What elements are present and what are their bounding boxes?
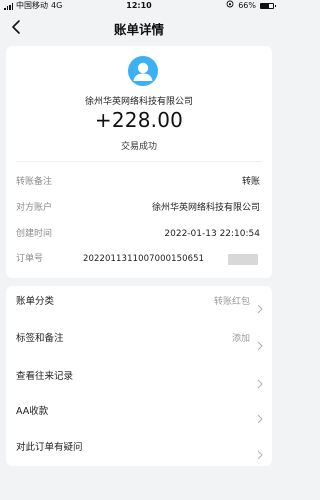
bill-actions-card: 账单分类 转账红包 标签和备注 添加 查看往来记录 AA收款 对此订单有疑问 <box>6 286 272 466</box>
battery-icon <box>260 3 276 9</box>
chevron-right-icon <box>257 297 263 314</box>
merchant-avatar <box>128 56 158 86</box>
page-title: 账单详情 <box>113 22 164 37</box>
menu-item-value: 添加 <box>231 334 250 344</box>
menu-item-label: 对此订单有疑问 <box>16 442 83 453</box>
redaction-mask <box>228 254 258 265</box>
battery-level <box>261 4 269 8</box>
detail-value: 转账 <box>241 177 260 187</box>
chevron-right-icon <box>257 334 263 351</box>
detail-row-created-time: 创建时间 2022-01-13 22:10:54 <box>6 225 272 243</box>
menu-item-value: 转账红包 <box>213 297 250 307</box>
detail-label: 对方账户 <box>16 203 53 213</box>
menu-item-view-history[interactable]: 查看往来记录 <box>6 362 272 392</box>
user-icon <box>133 62 153 81</box>
battery-percent: 66% <box>238 1 256 10</box>
detail-row-counterparty: 对方账户 徐州华英网络科技有限公司 <box>6 199 272 217</box>
transaction-status: 交易成功 <box>120 142 157 152</box>
detail-label: 转账备注 <box>16 177 53 187</box>
detail-row-order-number: 订单号 2022011311007000150651 <box>6 250 272 268</box>
menu-item-label: 查看往来记录 <box>16 371 74 382</box>
detail-label: 订单号 <box>16 254 44 264</box>
menu-item-order-question[interactable]: 对此订单有疑问 <box>6 433 272 463</box>
menu-item-label: 账单分类 <box>16 296 55 307</box>
menu-item-label: AA收款 <box>16 406 49 417</box>
bill-summary-card: 徐州华英网络科技有限公司 +228.00 交易成功 转账备注 转账 对方账户 徐… <box>6 46 272 278</box>
chevron-right-icon <box>257 443 263 460</box>
menu-item-bill-category[interactable]: 账单分类 转账红包 <box>6 287 272 317</box>
divider <box>16 161 262 162</box>
rotation-lock-icon <box>226 0 234 12</box>
detail-value: 2022-01-13 22:10:54 <box>164 229 260 239</box>
menu-item-tags-notes[interactable]: 标签和备注 添加 <box>6 324 272 354</box>
status-right: 66% <box>226 0 276 12</box>
order-number-value[interactable]: 2022011311007000150651 <box>83 250 204 268</box>
merchant-name: 徐州华英网络科技有限公司 <box>84 97 193 107</box>
detail-value: 徐州华英网络科技有限公司 <box>151 203 260 213</box>
detail-row-remark: 转账备注 转账 <box>6 173 272 191</box>
nav-bar: 账单详情 <box>0 12 278 42</box>
status-bar: 中国移动 4G 12:10 66% <box>0 0 278 12</box>
menu-item-aa-collect[interactable]: AA收款 <box>6 397 272 427</box>
detail-label: 创建时间 <box>16 229 53 239</box>
chevron-right-icon <box>257 372 263 389</box>
menu-item-label: 标签和备注 <box>16 333 64 344</box>
chevron-right-icon <box>257 407 263 424</box>
transaction-amount: +228.00 <box>94 108 184 132</box>
